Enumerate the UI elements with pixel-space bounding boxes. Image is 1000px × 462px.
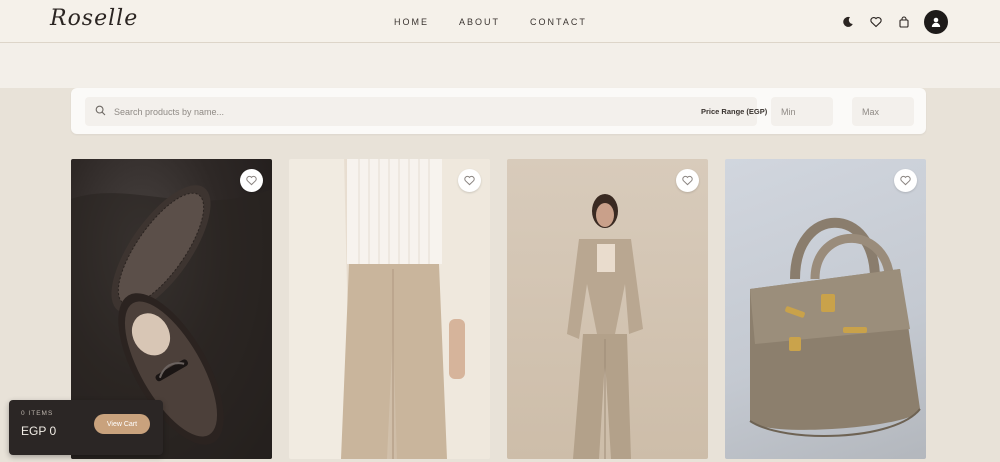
- view-cart-button[interactable]: View Cart: [94, 414, 150, 434]
- cart-item-count: 0 ITEMS: [21, 410, 54, 417]
- price-range-label: Price Range (EGP): [701, 107, 768, 116]
- heart-outline-icon: [246, 175, 257, 186]
- moon-icon[interactable]: [840, 14, 856, 30]
- product-card-blazer-trousers[interactable]: [289, 159, 490, 459]
- site-logo[interactable]: Roselle: [50, 6, 138, 31]
- user-icon[interactable]: [924, 10, 948, 34]
- price-max-input[interactable]: [852, 97, 914, 126]
- heart-icon[interactable]: [868, 14, 884, 30]
- nav-contact-link[interactable]: CONTACT: [530, 17, 587, 27]
- hero-band: [0, 43, 1000, 88]
- product-card-handbag[interactable]: [725, 159, 926, 459]
- wishlist-button[interactable]: [676, 169, 699, 192]
- header-actions: [840, 10, 948, 34]
- heart-outline-icon: [900, 175, 911, 186]
- search-input[interactable]: [114, 106, 714, 117]
- bag-icon[interactable]: [896, 14, 912, 30]
- wishlist-button[interactable]: [240, 169, 263, 192]
- wishlist-button[interactable]: [458, 169, 481, 192]
- nav-about-link[interactable]: ABOUT: [459, 17, 500, 27]
- price-min-input[interactable]: [771, 97, 833, 126]
- filter-panel: Price Range (EGP): [71, 88, 926, 134]
- nav-home-link[interactable]: HOME: [394, 17, 429, 27]
- cart-total: EGP 0: [21, 424, 57, 438]
- cart-summary-widget: 0 ITEMS EGP 0 View Cart: [9, 400, 163, 455]
- product-image-pantsuit[interactable]: [507, 159, 708, 459]
- heart-outline-icon: [464, 175, 475, 186]
- heart-outline-icon: [682, 175, 693, 186]
- main-nav: HOME ABOUT CONTACT: [394, 17, 587, 27]
- product-card-pantsuit[interactable]: [507, 159, 708, 459]
- search-icon: [95, 103, 106, 121]
- product-image-handbag[interactable]: [725, 159, 926, 459]
- wishlist-button[interactable]: [894, 169, 917, 192]
- product-image-blazer-trousers[interactable]: [289, 159, 490, 459]
- top-navigation-bar: Roselle HOME ABOUT CONTACT: [0, 0, 1000, 43]
- search-box: [85, 97, 757, 126]
